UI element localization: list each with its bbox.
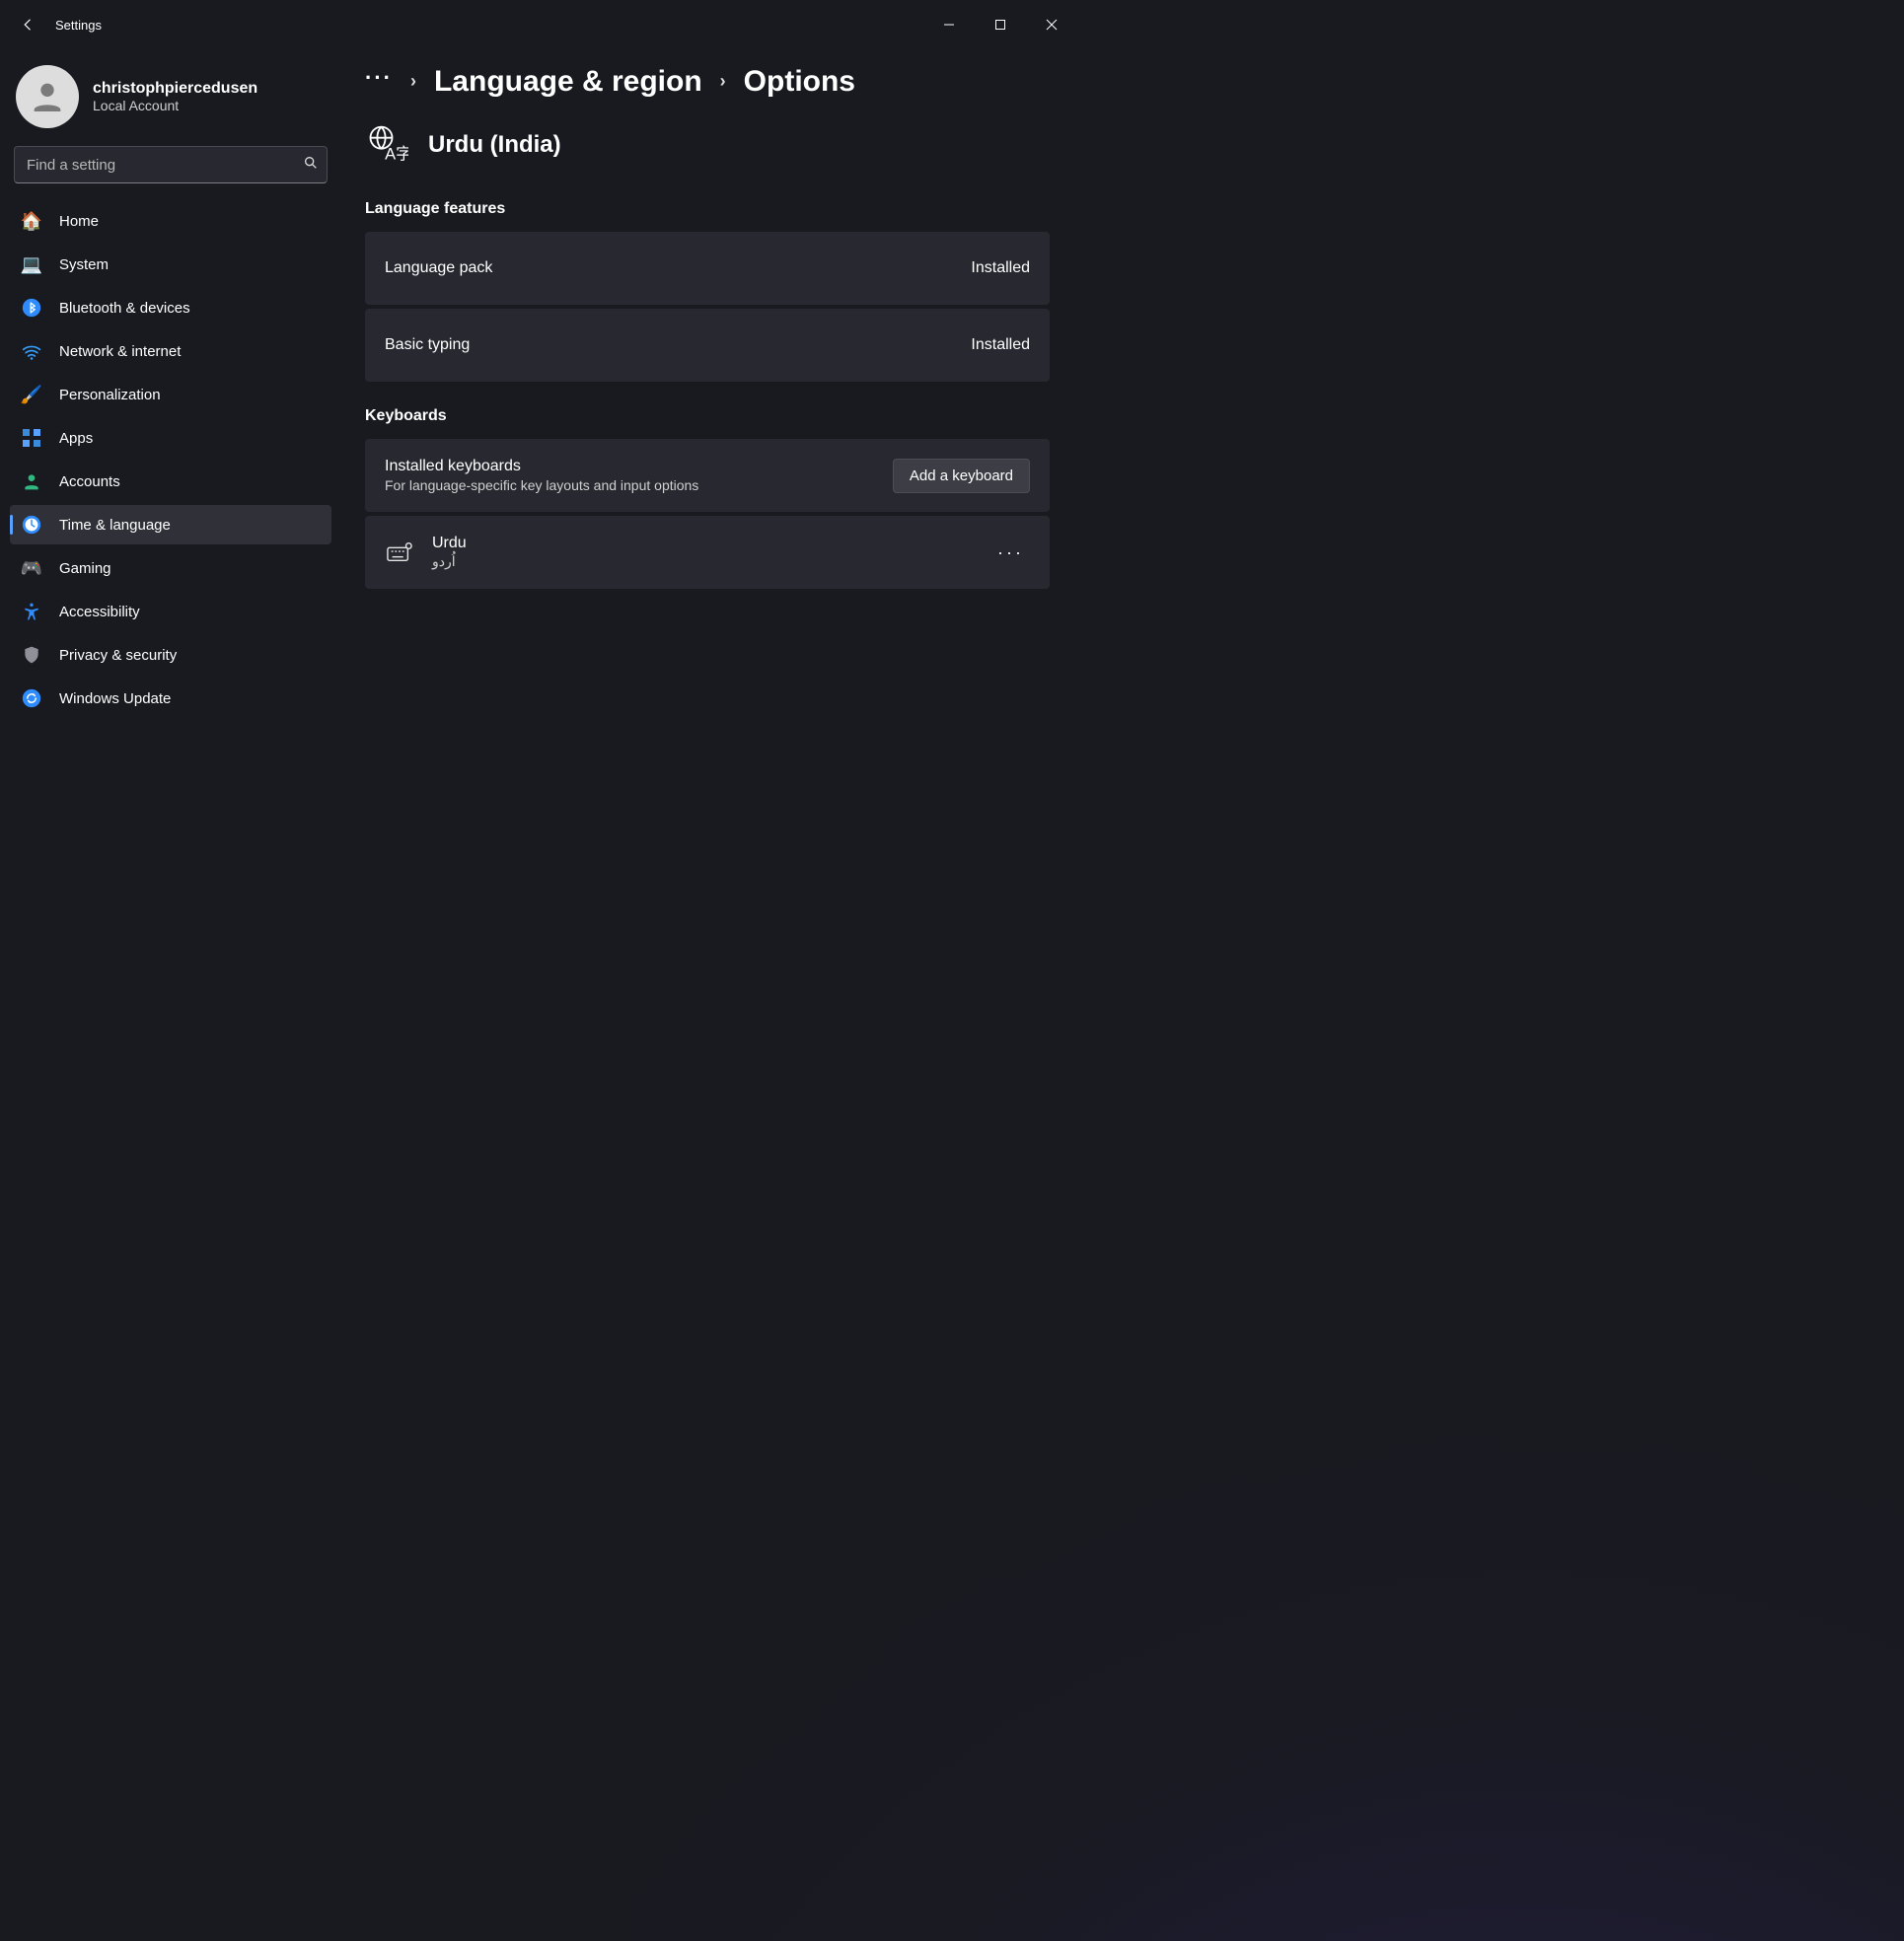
sidebar-item-label: Apps (59, 430, 93, 447)
sidebar-item-bluetooth[interactable]: Bluetooth & devices (10, 288, 331, 327)
feature-status: Installed (971, 336, 1030, 354)
profile-name: christophpiercedusen (93, 80, 257, 98)
search-box[interactable] (14, 146, 328, 183)
app-title: Settings (55, 18, 102, 33)
sidebar-item-apps[interactable]: Apps (10, 418, 331, 458)
installed-keyboards-sub: For language-specific key layouts and in… (385, 477, 698, 493)
sidebar-item-label: Home (59, 213, 99, 230)
language-pack-row[interactable]: Language pack Installed (365, 232, 1050, 305)
title-bar: Settings (0, 0, 1077, 49)
sidebar-item-network[interactable]: Network & internet (10, 331, 331, 371)
window-controls (923, 7, 1077, 42)
sidebar-item-label: Accessibility (59, 604, 140, 620)
sidebar-item-personalization[interactable]: 🖌️ Personalization (10, 375, 331, 414)
sidebar-item-time-language[interactable]: Time & language (10, 505, 331, 544)
keyboard-native-name: اُردو (432, 553, 467, 570)
breadcrumb-parent[interactable]: Language & region (434, 65, 702, 98)
main-content: ··· › Language & region › Options A字 Urd… (341, 49, 1077, 1098)
sidebar-item-label: System (59, 256, 109, 273)
chevron-right-icon: › (410, 72, 416, 92)
sidebar-item-gaming[interactable]: 🎮 Gaming (10, 548, 331, 588)
search-icon (303, 155, 319, 175)
profile-block[interactable]: christophpiercedusen Local Account (10, 59, 331, 146)
breadcrumb-overflow-button[interactable]: ··· (365, 66, 393, 96)
update-icon (20, 686, 43, 710)
sidebar-item-label: Windows Update (59, 690, 171, 707)
language-header: A字 Urdu (India) (365, 123, 1050, 167)
keyboard-name: Urdu (432, 535, 467, 552)
sidebar-item-label: Accounts (59, 473, 120, 490)
maximize-button[interactable] (975, 7, 1026, 42)
sidebar-item-label: Privacy & security (59, 647, 177, 664)
add-keyboard-button[interactable]: Add a keyboard (893, 459, 1030, 493)
sidebar-item-label: Time & language (59, 517, 171, 534)
search-input[interactable] (25, 156, 303, 175)
basic-typing-row[interactable]: Basic typing Installed (365, 309, 1050, 382)
sidebar-item-label: Personalization (59, 387, 161, 403)
language-globe-icon: A字 (365, 123, 408, 167)
personalization-icon: 🖌️ (20, 383, 43, 406)
sidebar-item-home[interactable]: 🏠 Home (10, 201, 331, 241)
sidebar-item-system[interactable]: 💻 System (10, 245, 331, 284)
profile-sub: Local Account (93, 98, 257, 113)
keyboard-more-button[interactable]: ··· (991, 539, 1030, 567)
keyboard-row[interactable]: Urdu اُردو ··· (365, 516, 1050, 589)
sidebar-item-label: Network & internet (59, 343, 181, 360)
sidebar-nav: 🏠 Home 💻 System Bluetooth & devices Netw… (10, 201, 331, 718)
chevron-right-icon: › (720, 72, 726, 92)
sidebar-item-label: Gaming (59, 560, 111, 577)
bluetooth-icon (20, 296, 43, 320)
network-icon (20, 339, 43, 363)
keyboards-section: Keyboards Installed keyboards For langua… (365, 407, 1050, 589)
svg-text:A字: A字 (385, 145, 408, 164)
home-icon: 🏠 (20, 209, 43, 233)
time-language-icon (20, 513, 43, 537)
section-title: Keyboards (365, 407, 1050, 425)
minimize-button[interactable] (923, 7, 975, 42)
keyboard-icon (385, 541, 414, 563)
feature-label: Basic typing (385, 336, 470, 354)
sidebar-item-label: Bluetooth & devices (59, 300, 190, 317)
installed-keyboards-title: Installed keyboards (385, 458, 698, 475)
avatar (16, 65, 79, 128)
sidebar-item-accounts[interactable]: Accounts (10, 462, 331, 501)
sidebar-item-update[interactable]: Windows Update (10, 679, 331, 718)
installed-keyboards-row: Installed keyboards For language-specifi… (365, 439, 1050, 512)
section-title: Language features (365, 200, 1050, 218)
back-button[interactable] (12, 8, 45, 41)
accessibility-icon (20, 600, 43, 623)
apps-icon (20, 426, 43, 450)
feature-label: Language pack (385, 259, 492, 277)
accounts-icon (20, 469, 43, 493)
sidebar-item-privacy[interactable]: Privacy & security (10, 635, 331, 675)
system-icon: 💻 (20, 252, 43, 276)
gaming-icon: 🎮 (20, 556, 43, 580)
language-title: Urdu (India) (428, 131, 561, 159)
close-button[interactable] (1026, 7, 1077, 42)
breadcrumb-current: Options (744, 65, 855, 98)
feature-status: Installed (971, 259, 1030, 277)
sidebar-item-accessibility[interactable]: Accessibility (10, 592, 331, 631)
privacy-icon (20, 643, 43, 667)
breadcrumb: ··· › Language & region › Options (365, 65, 1050, 98)
sidebar: christophpiercedusen Local Account 🏠 Hom… (0, 49, 341, 1098)
language-features-section: Language features Language pack Installe… (365, 200, 1050, 382)
